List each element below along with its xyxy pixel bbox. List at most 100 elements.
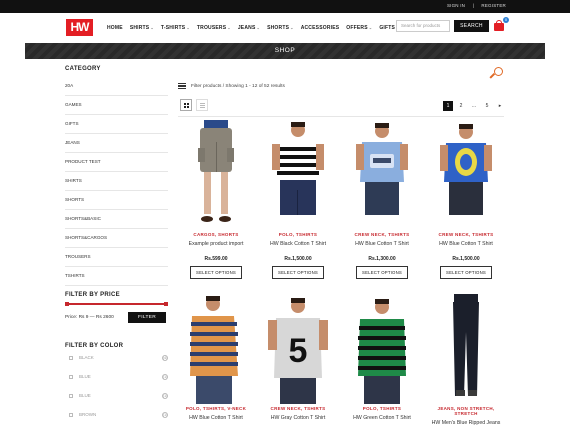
nav-label: SHORTS xyxy=(267,25,290,31)
product-card[interactable]: POLO, TSHIRTS HW Green Cotton T Shirt xyxy=(342,292,422,421)
nav-accessories[interactable]: ACCESSORIES xyxy=(301,25,340,31)
account-links: SIGN IN | REGISTER xyxy=(441,3,506,8)
category-item[interactable]: SHORTS&BASIC xyxy=(65,210,168,229)
product-image[interactable]: 5 xyxy=(258,292,338,404)
separator: | xyxy=(472,3,474,8)
product-name[interactable]: HW Blue Cotton T Shirt xyxy=(176,415,256,421)
search-button[interactable]: SEARCH xyxy=(454,20,489,32)
product-category[interactable]: POLO, TSHIRTS xyxy=(342,406,422,411)
color-count: (1) xyxy=(162,393,168,399)
category-item[interactable]: SHORTS xyxy=(65,191,168,210)
nav-shorts[interactable]: SHORTS⌄ xyxy=(267,25,294,31)
color-count: (1) xyxy=(162,374,168,380)
site-logo[interactable]: HW xyxy=(66,19,93,36)
product-name[interactable]: HW Black Cotton T Shirt xyxy=(258,241,338,247)
product-image[interactable] xyxy=(426,120,506,230)
color-filter-title: FILTER BY COLOR xyxy=(65,343,124,349)
color-option[interactable]: BROWN (1) xyxy=(65,409,168,427)
product-card[interactable]: JEANS, NON STRETCH, STRETCH HW Men's Blu… xyxy=(426,292,506,426)
product-card[interactable]: CARGOS, SHORTS Example product import Rs… xyxy=(176,120,256,279)
product-image[interactable] xyxy=(176,292,256,404)
product-card[interactable]: CREW NECK, TSHIRTS HW Blue Cotton T Shir… xyxy=(426,120,506,279)
product-image[interactable] xyxy=(176,120,256,230)
category-item[interactable]: GIFTS xyxy=(65,115,168,134)
category-item[interactable]: 20A xyxy=(65,77,168,96)
product-name[interactable]: Example product import xyxy=(176,241,256,247)
product-image[interactable] xyxy=(342,292,422,404)
product-card[interactable]: 5 CREW NECK, TSHIRTS HW Gray Cotton T Sh… xyxy=(258,292,338,421)
select-options-button[interactable]: SELECT OPTIONS xyxy=(356,266,408,279)
chevron-down-icon: ⌄ xyxy=(186,25,190,30)
slider-max-handle[interactable] xyxy=(164,302,168,306)
nav-label: ACCESSORIES xyxy=(300,25,340,31)
select-options-button[interactable]: SELECT OPTIONS xyxy=(190,266,242,279)
nav-shirts[interactable]: SHIRTS⌄ xyxy=(130,25,154,31)
nav-trousers[interactable]: TROUSERS⌄ xyxy=(197,25,231,31)
search-icon[interactable] xyxy=(489,67,504,81)
checkbox[interactable] xyxy=(69,356,73,360)
product-image[interactable] xyxy=(342,120,422,230)
checkbox[interactable] xyxy=(69,413,73,417)
nav-offers[interactable]: OFFERS⌄ xyxy=(346,25,372,31)
checkbox[interactable] xyxy=(69,375,73,379)
category-item[interactable]: GAMES xyxy=(65,96,168,115)
product-name[interactable]: HW Green Cotton T Shirt xyxy=(342,415,422,421)
product-category[interactable]: CREW NECK, TSHIRTS xyxy=(258,406,338,411)
nav-label: OFFERS xyxy=(346,25,368,31)
product-card[interactable]: POLO, TSHIRTS HW Black Cotton T Shirt Rs… xyxy=(258,120,338,279)
product-image[interactable] xyxy=(258,120,338,230)
grid-view-icon[interactable] xyxy=(180,99,192,111)
search-input[interactable]: Search for products xyxy=(396,20,450,32)
page-2[interactable]: 2 xyxy=(456,101,466,111)
page-1[interactable]: 1 xyxy=(443,101,453,111)
product-card[interactable]: CREW NECK, TSHIRTS HW Blue Cotton T Shir… xyxy=(342,120,422,279)
product-name[interactable]: HW Men's Blue Ripped Jeans xyxy=(426,420,506,426)
category-title: CATEGORY xyxy=(65,66,101,72)
product-name[interactable]: HW Blue Cotton T Shirt xyxy=(342,241,422,247)
slider-min-handle[interactable] xyxy=(65,302,69,306)
select-options-button[interactable]: SELECT OPTIONS xyxy=(440,266,492,279)
next-page-icon[interactable]: ▸ xyxy=(495,101,505,111)
page-5[interactable]: 5 xyxy=(482,101,492,111)
color-name: BLACK xyxy=(79,355,94,360)
cart-icon[interactable]: 0 xyxy=(494,17,509,32)
sign-in-link[interactable]: SIGN IN xyxy=(447,3,465,8)
checkbox[interactable] xyxy=(69,394,73,398)
color-option[interactable]: BLUE (1) xyxy=(65,371,168,390)
product-category[interactable]: JEANS, NON STRETCH, STRETCH xyxy=(426,406,506,416)
product-card[interactable]: POLO, TSHIRTS, V-NECK HW Blue Cotton T S… xyxy=(176,292,256,421)
site-header: HW HOME SHIRTS⌄ T-SHIRTS⌄ TROUSERS⌄ JEAN… xyxy=(0,13,570,43)
category-item[interactable]: JEANS xyxy=(65,134,168,153)
nav-tshirts[interactable]: T-SHIRTS⌄ xyxy=(161,25,190,31)
product-name[interactable]: HW Gray Cotton T Shirt xyxy=(258,415,338,421)
register-link[interactable]: REGISTER xyxy=(481,3,506,8)
product-category[interactable]: CREW NECK, TSHIRTS xyxy=(342,232,422,237)
product-category[interactable]: POLO, TSHIRTS, V-NECK xyxy=(176,406,256,411)
filter-menu-icon[interactable] xyxy=(178,83,186,89)
page-title: SHOP xyxy=(274,47,296,54)
product-category[interactable]: POLO, TSHIRTS xyxy=(258,232,338,237)
category-item[interactable]: PRODUCT TEST xyxy=(65,153,168,172)
product-category[interactable]: CREW NECK, TSHIRTS xyxy=(426,232,506,237)
list-view-icon[interactable] xyxy=(196,99,208,111)
color-option[interactable]: BLACK (4) xyxy=(65,352,168,371)
category-item[interactable]: TROUSERS xyxy=(65,248,168,267)
nav-label: JEANS xyxy=(237,25,256,31)
category-item[interactable]: SHORTS&CARGOS xyxy=(65,229,168,248)
product-image[interactable] xyxy=(426,292,506,404)
nav-home[interactable]: HOME xyxy=(107,25,123,31)
color-option[interactable]: BLUE (1) xyxy=(65,390,168,409)
product-price: Rs.1,500.00 xyxy=(452,256,480,262)
product-name[interactable]: HW Blue Cotton T Shirt xyxy=(426,241,506,247)
price-filter-title: FILTER BY PRICE xyxy=(65,292,120,298)
product-price: Rs.599.00 xyxy=(204,256,228,262)
category-item[interactable]: TSHIRTS xyxy=(65,267,168,286)
select-options-button[interactable]: SELECT OPTIONS xyxy=(272,266,324,279)
cart-bag xyxy=(494,23,504,31)
filter-button[interactable]: FILTER xyxy=(128,312,166,323)
product-category[interactable]: CARGOS, SHORTS xyxy=(176,232,256,237)
price-slider[interactable] xyxy=(65,302,168,306)
nav-jeans[interactable]: JEANS⌄ xyxy=(238,25,260,31)
nav-label: T-SHIRTS xyxy=(160,25,186,31)
category-item[interactable]: SHIRTS xyxy=(65,172,168,191)
